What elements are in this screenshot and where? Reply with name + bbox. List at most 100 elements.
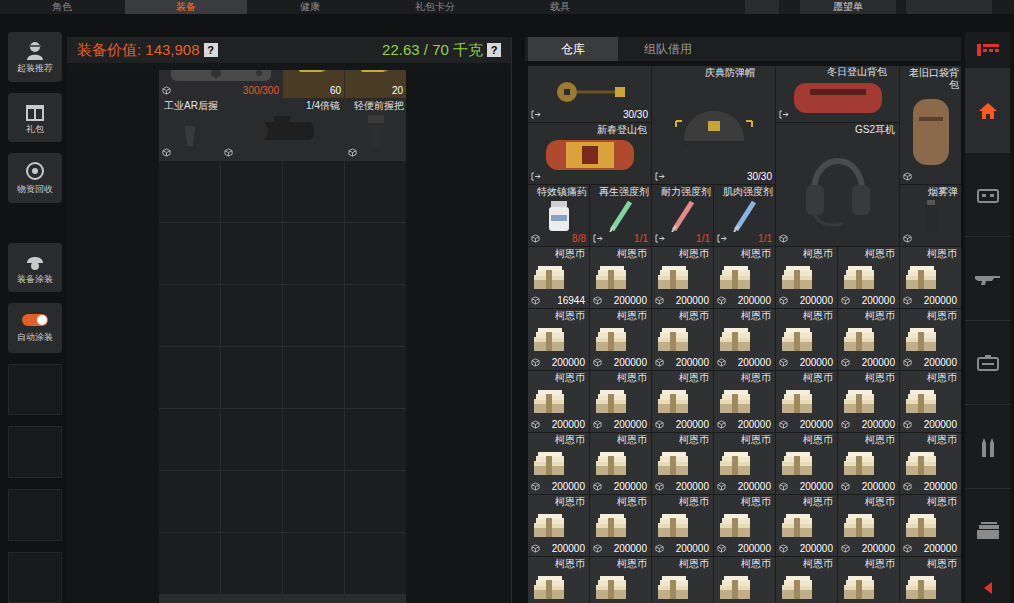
empty-slot[interactable] [283, 223, 344, 284]
money-item[interactable]: 柯恩币200000 [590, 495, 651, 556]
inventory-item[interactable]: 60 [283, 70, 344, 98]
back-button[interactable] [906, 0, 992, 14]
storage-item[interactable]: 老旧口袋背包 [900, 66, 961, 184]
inventory-item[interactable]: 300/300 [159, 70, 282, 98]
money-item[interactable]: 柯恩币200000 [714, 495, 775, 556]
category-tab[interactable] [965, 68, 1010, 152]
storage-tab[interactable]: 组队借用 [618, 37, 718, 61]
money-item[interactable]: 柯恩币200000 [590, 309, 651, 370]
empty-slot[interactable] [345, 285, 406, 346]
money-item[interactable]: 柯恩币200000 [652, 371, 713, 432]
wishlist-button[interactable]: 愿望单 [800, 0, 896, 14]
empty-slot[interactable] [283, 347, 344, 408]
empty-slot[interactable] [221, 409, 282, 470]
empty-slot[interactable] [345, 471, 406, 532]
money-item[interactable]: 柯恩币200000 [838, 371, 899, 432]
money-item[interactable]: 柯恩币 [652, 557, 713, 603]
top-tab[interactable]: 礼包卡分 [372, 0, 497, 14]
category-tab[interactable] [965, 152, 1010, 236]
money-item[interactable]: 柯恩币200000 [528, 495, 589, 556]
empty-slot[interactable] [283, 285, 344, 346]
money-item[interactable]: 柯恩币200000 [776, 433, 837, 494]
empty-slot[interactable] [283, 471, 344, 532]
storage-tab[interactable]: 仓库 [528, 37, 618, 61]
empty-slot[interactable] [221, 161, 282, 222]
money-item[interactable]: 柯恩币200000 [590, 371, 651, 432]
empty-slot[interactable] [221, 347, 282, 408]
money-item[interactable]: 柯恩币200000 [714, 433, 775, 494]
empty-slot[interactable] [159, 161, 220, 222]
money-item[interactable]: 柯恩币200000 [528, 309, 589, 370]
money-item[interactable]: 柯恩币200000 [776, 247, 837, 308]
category-tab[interactable] [965, 488, 1010, 572]
money-item[interactable]: 柯恩币200000 [838, 247, 899, 308]
empty-slot[interactable] [159, 533, 220, 594]
empty-slot[interactable] [283, 533, 344, 594]
empty-slot[interactable] [345, 161, 406, 222]
money-item[interactable]: 柯恩币200000 [900, 433, 961, 494]
money-item[interactable]: 柯恩币200000 [590, 247, 651, 308]
money-item[interactable]: 柯恩币200000 [652, 309, 713, 370]
money-item[interactable]: 柯恩币200000 [652, 247, 713, 308]
storage-item[interactable]: 特效镇痛药 8/8 [528, 185, 589, 246]
money-item[interactable]: 柯恩币200000 [900, 247, 961, 308]
money-item[interactable]: 柯恩币 [590, 557, 651, 603]
inventory-item[interactable]: 20 [345, 70, 406, 98]
money-item[interactable]: 柯恩币 [528, 557, 589, 603]
help-button[interactable]: ? [204, 43, 218, 57]
storage-item[interactable]: 新春登山包 [528, 123, 651, 184]
storage-item[interactable]: 再生强度剂 1/1 [590, 185, 651, 246]
storage-item[interactable]: 烟雾弹 [900, 185, 961, 246]
money-item[interactable]: 柯恩币200000 [900, 309, 961, 370]
empty-slot[interactable] [345, 533, 406, 594]
money-item[interactable]: 柯恩币200000 [652, 495, 713, 556]
storage-item[interactable]: 30/30 [528, 66, 651, 122]
storage-item[interactable]: 冬日登山背包 [776, 66, 899, 122]
money-item[interactable]: 柯恩币200000 [838, 433, 899, 494]
storage-item[interactable]: 庆典防弹帽 30/30 [652, 66, 775, 184]
money-item[interactable]: 柯恩币200000 [900, 371, 961, 432]
empty-slot[interactable] [283, 409, 344, 470]
empty-slot[interactable] [221, 285, 282, 346]
side-menu-item[interactable]: 装备涂装 [8, 243, 62, 293]
empty-slot[interactable] [159, 471, 220, 532]
money-item[interactable]: 柯恩币200000 [714, 247, 775, 308]
money-item[interactable]: 柯恩币 [900, 557, 961, 603]
top-icon-button[interactable] [745, 0, 779, 14]
money-item[interactable]: 柯恩币200000 [528, 433, 589, 494]
inventory-item[interactable]: 工业AR后握 [159, 99, 220, 160]
inventory-item[interactable]: 轻便前握把 [345, 99, 406, 160]
side-menu-item[interactable]: 物资回收 [8, 153, 62, 203]
money-item[interactable]: 柯恩币200000 [776, 371, 837, 432]
empty-slot[interactable] [221, 223, 282, 284]
money-item[interactable]: 柯恩币200000 [838, 495, 899, 556]
top-tab[interactable]: 健康 [247, 0, 372, 14]
money-item[interactable]: 柯恩币16944 [528, 247, 589, 308]
empty-slot[interactable] [345, 223, 406, 284]
collapse-button[interactable] [965, 572, 1010, 603]
empty-slot[interactable] [159, 285, 220, 346]
top-tab[interactable]: 角色 [0, 0, 125, 14]
top-tab[interactable]: 装备 [125, 0, 247, 14]
top-tab[interactable]: 载具 [497, 0, 622, 14]
empty-slot[interactable] [159, 223, 220, 284]
money-item[interactable]: 柯恩币 [838, 557, 899, 603]
empty-slot[interactable] [221, 533, 282, 594]
inventory-item[interactable]: 1/4倍镜 [221, 99, 344, 160]
money-item[interactable]: 柯恩币200000 [714, 309, 775, 370]
help-button[interactable]: ? [487, 43, 501, 57]
empty-slot[interactable] [283, 161, 344, 222]
money-item[interactable]: 柯恩币200000 [528, 371, 589, 432]
money-item[interactable]: 柯恩币200000 [900, 495, 961, 556]
category-tab[interactable] [965, 320, 1010, 404]
money-item[interactable]: 柯恩币 [776, 557, 837, 603]
money-item[interactable]: 柯恩币200000 [776, 495, 837, 556]
empty-slot[interactable] [159, 409, 220, 470]
empty-slot[interactable] [221, 471, 282, 532]
empty-slot[interactable] [345, 347, 406, 408]
money-item[interactable]: 柯恩币200000 [590, 433, 651, 494]
category-tab[interactable] [965, 404, 1010, 488]
money-item[interactable]: 柯恩币200000 [838, 309, 899, 370]
money-item[interactable]: 柯恩币200000 [714, 371, 775, 432]
storage-item[interactable]: 耐力强度剂 1/1 [652, 185, 713, 246]
